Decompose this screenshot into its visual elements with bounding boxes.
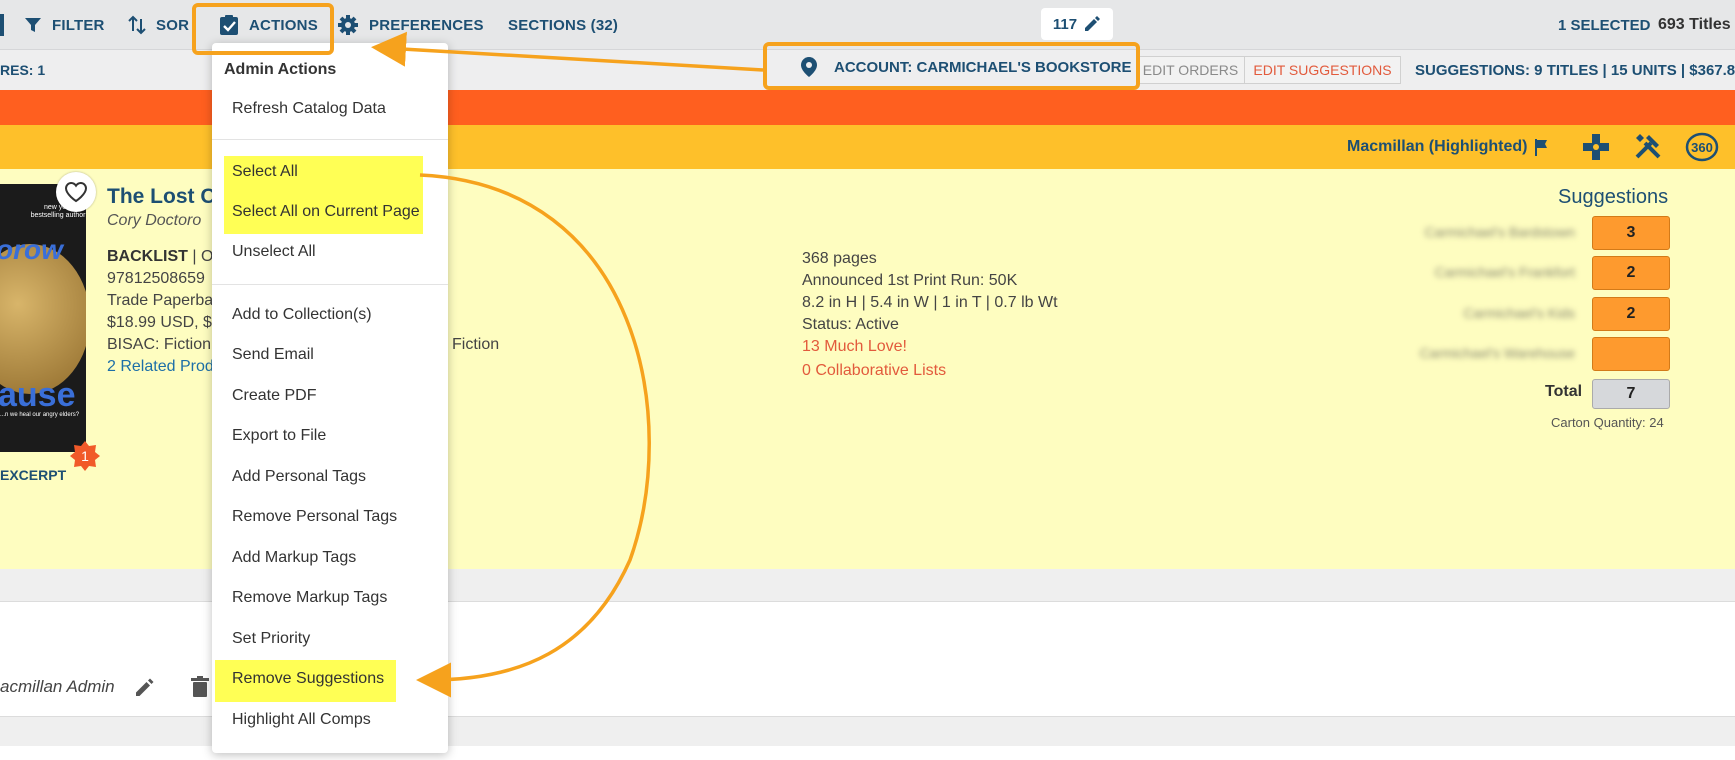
arrow-account-to-actions <box>371 31 764 72</box>
annotation-arrows <box>371 31 764 698</box>
arrow-select-all-to-remove-suggestions <box>416 173 651 698</box>
